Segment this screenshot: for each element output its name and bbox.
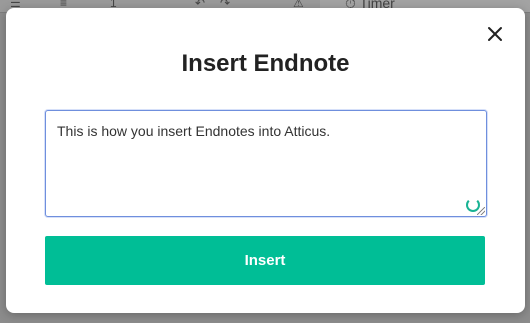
insert-button[interactable]: Insert bbox=[45, 236, 485, 285]
close-button[interactable] bbox=[483, 22, 507, 46]
close-icon bbox=[488, 27, 502, 41]
dialog-title: Insert Endnote bbox=[181, 50, 350, 77]
insert-endnote-dialog: Insert Endnote This is how you insert En… bbox=[6, 8, 525, 313]
endnote-textarea[interactable]: This is how you insert Endnotes into Att… bbox=[45, 110, 487, 217]
endnote-text: This is how you insert Endnotes into Att… bbox=[57, 123, 331, 139]
resize-handle-icon[interactable] bbox=[477, 207, 485, 215]
